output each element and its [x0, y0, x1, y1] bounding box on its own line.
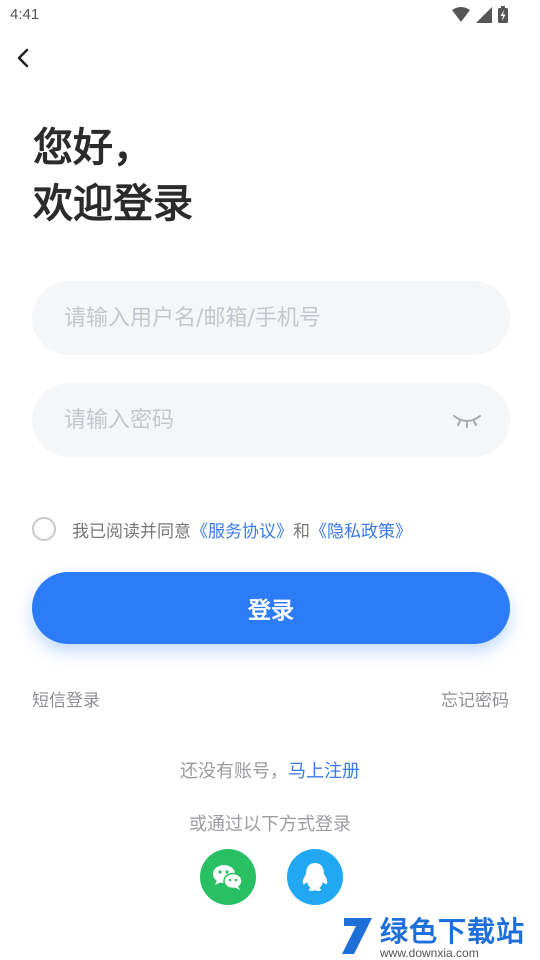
agreement-conjunction: 和: [293, 521, 310, 542]
watermark: 绿色下载站 www.downxia.com: [340, 908, 536, 960]
agreement-row: 我已阅读并同意 《服务协议》 和 《隐私政策》: [32, 514, 412, 544]
watermark-name: 绿色下载站: [380, 915, 526, 948]
username-input[interactable]: [62, 304, 446, 332]
agreement-prefix: 我已阅读并同意: [72, 521, 191, 542]
password-input[interactable]: [62, 406, 446, 434]
username-field[interactable]: [32, 281, 510, 355]
watermark-url: www.downxia.com: [380, 946, 479, 960]
wifi-icon: [452, 6, 470, 22]
battery-icon: [498, 6, 508, 23]
register-link[interactable]: 马上注册: [288, 761, 360, 782]
register-row: 还没有账号，马上注册: [0, 757, 540, 783]
eye-closed-icon: [453, 415, 481, 428]
forgot-password-link[interactable]: 忘记密码: [441, 686, 509, 711]
password-field[interactable]: [32, 383, 510, 457]
password-visibility-toggle[interactable]: [452, 409, 482, 431]
greeting-line1: 您好，: [33, 125, 153, 171]
agreement-checkbox[interactable]: [32, 517, 56, 541]
other-login-title: 或通过以下方式登录: [189, 814, 351, 835]
qq-login-button[interactable]: [287, 849, 343, 905]
watermark-logo-icon: [342, 918, 372, 954]
terms-link[interactable]: 《服务协议》: [191, 517, 293, 542]
status-time: 4:41: [10, 6, 40, 23]
wechat-login-button[interactable]: [200, 849, 256, 905]
qq-icon: [302, 863, 328, 891]
chevron-left-icon: [17, 48, 29, 68]
register-prompt: 还没有账号，: [180, 761, 288, 782]
sms-login-link[interactable]: 短信登录: [32, 686, 100, 711]
privacy-link[interactable]: 《隐私政策》: [310, 517, 412, 542]
signal-icon: [476, 6, 492, 23]
login-button[interactable]: 登录: [32, 572, 510, 644]
status-icons: [452, 6, 508, 23]
greeting: 您好， 欢迎登录: [33, 120, 193, 232]
wechat-icon: [213, 865, 243, 890]
back-button[interactable]: [10, 44, 38, 72]
greeting-line2: 欢迎登录: [33, 181, 193, 227]
status-bar: 4:41: [0, 0, 540, 32]
